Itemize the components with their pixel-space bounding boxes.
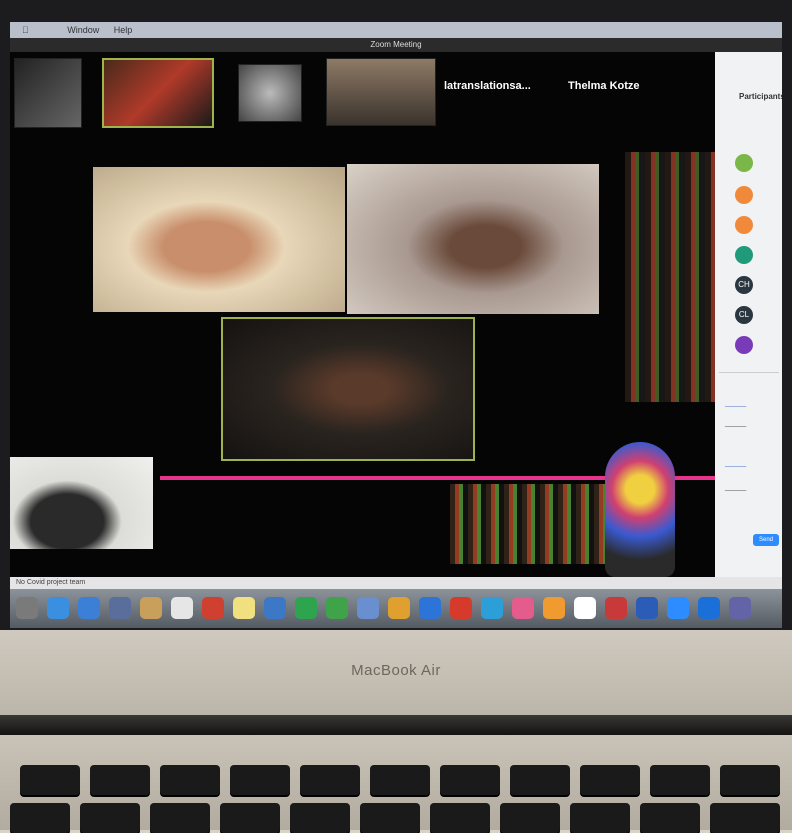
keyboard-key[interactable] [80,803,140,833]
chat-message: ───── [725,488,747,494]
participant-avatar[interactable] [735,246,753,264]
keyboard-key[interactable] [290,803,350,833]
keyboard-key[interactable] [440,765,500,795]
zoom-video-area: latranslationsa... Thelma Kotze [10,52,715,577]
panel-title: Participants [739,92,782,101]
keyboard-key[interactable] [510,765,570,795]
keyboard-key[interactable] [300,765,360,795]
dock-app-icon[interactable] [512,597,534,619]
window-title: Zoom Meeting [10,38,782,52]
chat-message: ───── [725,464,747,470]
dock-app-icon[interactable] [233,597,255,619]
keyboard-key[interactable] [370,765,430,795]
laptop-brand-label: MacBook Air [351,662,441,679]
participant-avatar[interactable]: CH [735,276,753,294]
dock-app-icon[interactable] [543,597,565,619]
participant-thumbnail[interactable] [238,64,302,122]
participant-name[interactable]: latranslationsa... [444,80,531,92]
participants-panel: Participants CH CL ───── ───── ───── ───… [715,52,782,577]
participant-thumbnail-active[interactable] [102,58,214,128]
dock-app-icon[interactable] [481,597,503,619]
dock-app-icon[interactable] [636,597,658,619]
keyboard-deck [0,735,792,833]
dock-app-icon[interactable] [140,597,162,619]
participant-avatar[interactable] [735,336,753,354]
chat-message: ───── [725,424,747,430]
menu-item-help[interactable]: Help [114,25,133,35]
panel-divider [719,372,779,373]
keyboard-key[interactable] [10,803,70,833]
keyboard-key[interactable] [430,803,490,833]
send-button[interactable]: Send [753,534,779,546]
participant-name[interactable]: Thelma Kotze [568,80,640,92]
keyboard-key[interactable] [710,803,780,833]
dock-app-icon[interactable] [574,597,596,619]
dock-app-icon[interactable] [264,597,286,619]
painted-face-artwork [605,442,675,577]
chat-message: ───── [725,404,747,410]
dock-app-icon[interactable] [605,597,627,619]
macos-dock [10,589,782,628]
laptop-screen:  Window Help Zoom Meeting latranslation… [10,22,782,628]
laptop-hinge [0,715,792,735]
dock-app-icon[interactable] [698,597,720,619]
dock-app-icon[interactable] [419,597,441,619]
participant-avatar[interactable] [735,216,753,234]
keyboard-key[interactable] [650,765,710,795]
participant-thumbnail[interactable] [14,58,82,128]
dock-app-icon[interactable] [171,597,193,619]
keyboard-key[interactable] [90,765,150,795]
keyboard-key[interactable] [220,803,280,833]
macos-menubar:  Window Help [10,22,782,38]
dock-app-icon[interactable] [109,597,131,619]
keyboard-key[interactable] [150,803,210,833]
video-tile-participant-2[interactable] [347,164,599,314]
keyboard-key[interactable] [160,765,220,795]
participant-avatar[interactable] [735,186,753,204]
dock-app-icon[interactable] [357,597,379,619]
dock-app-icon[interactable] [295,597,317,619]
participant-thumbnail[interactable] [326,58,436,126]
keyboard-key[interactable] [580,765,640,795]
background-artwork-stripes [450,484,630,564]
background-artwork-stripes [625,152,715,402]
dock-app-icon[interactable] [667,597,689,619]
video-tile-sign-language-interpreter[interactable] [10,457,153,549]
keyboard-key[interactable] [640,803,700,833]
video-tile-participant-1[interactable] [93,167,345,312]
keyboard-key[interactable] [230,765,290,795]
meeting-topic: No Covid project team [16,579,86,586]
dock-app-icon[interactable] [16,597,38,619]
video-tile-participant-3-active-speaker[interactable] [221,317,475,461]
keyboard-key[interactable] [360,803,420,833]
keyboard-key[interactable] [720,765,780,795]
dock-app-icon[interactable] [202,597,224,619]
menu-item-window[interactable]: Window [67,25,99,35]
dock-app-icon[interactable] [326,597,348,619]
dock-app-icon[interactable] [450,597,472,619]
participant-avatar[interactable]: CL [735,306,753,324]
keyboard-key[interactable] [570,803,630,833]
apple-menu-icon[interactable]:  [22,25,29,35]
participant-avatar[interactable] [735,154,753,172]
keyboard-key[interactable] [20,765,80,795]
dock-app-icon[interactable] [388,597,410,619]
dock-app-icon[interactable] [729,597,751,619]
dock-app-icon[interactable] [47,597,69,619]
keyboard-key[interactable] [500,803,560,833]
dock-app-icon[interactable] [78,597,100,619]
meeting-info-bar: No Covid project team [10,577,782,589]
